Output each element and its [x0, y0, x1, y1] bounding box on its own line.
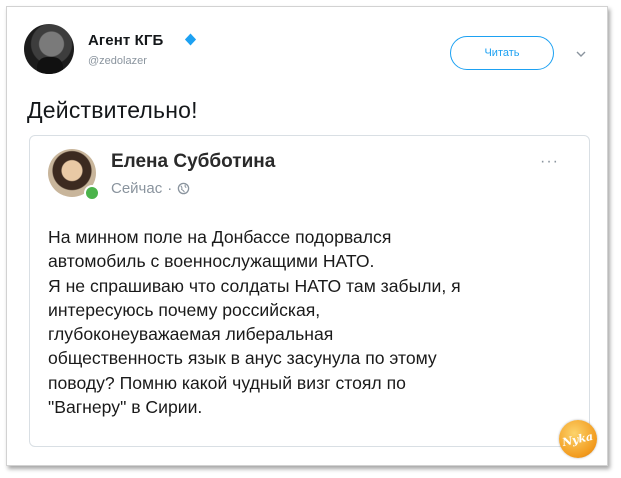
watermark-text: Nyka: [561, 429, 595, 449]
author-handle[interactable]: @zedolazer: [88, 55, 147, 67]
chevron-down-icon[interactable]: [575, 48, 587, 60]
follow-button[interactable]: Читать: [450, 36, 554, 70]
quoted-post-body: На минном поле на Донбассе подорвался ав…: [48, 227, 461, 418]
post-time[interactable]: Сейчас: [111, 180, 162, 197]
tweet-text: Действительно!: [27, 97, 198, 123]
verified-badge-icon: [184, 33, 197, 46]
quoted-post-meta: Сейчас ·: [111, 180, 190, 197]
watermark-logo: Nyka: [559, 420, 597, 458]
author-name[interactable]: Агент КГБ: [88, 32, 163, 49]
author-avatar[interactable]: [24, 24, 74, 74]
more-options-icon[interactable]: ···: [540, 153, 559, 171]
meta-separator: ·: [167, 180, 173, 197]
online-status-indicator: [84, 185, 100, 201]
globe-icon: [177, 182, 190, 195]
quoted-author-name[interactable]: Елена Субботина: [111, 151, 275, 173]
